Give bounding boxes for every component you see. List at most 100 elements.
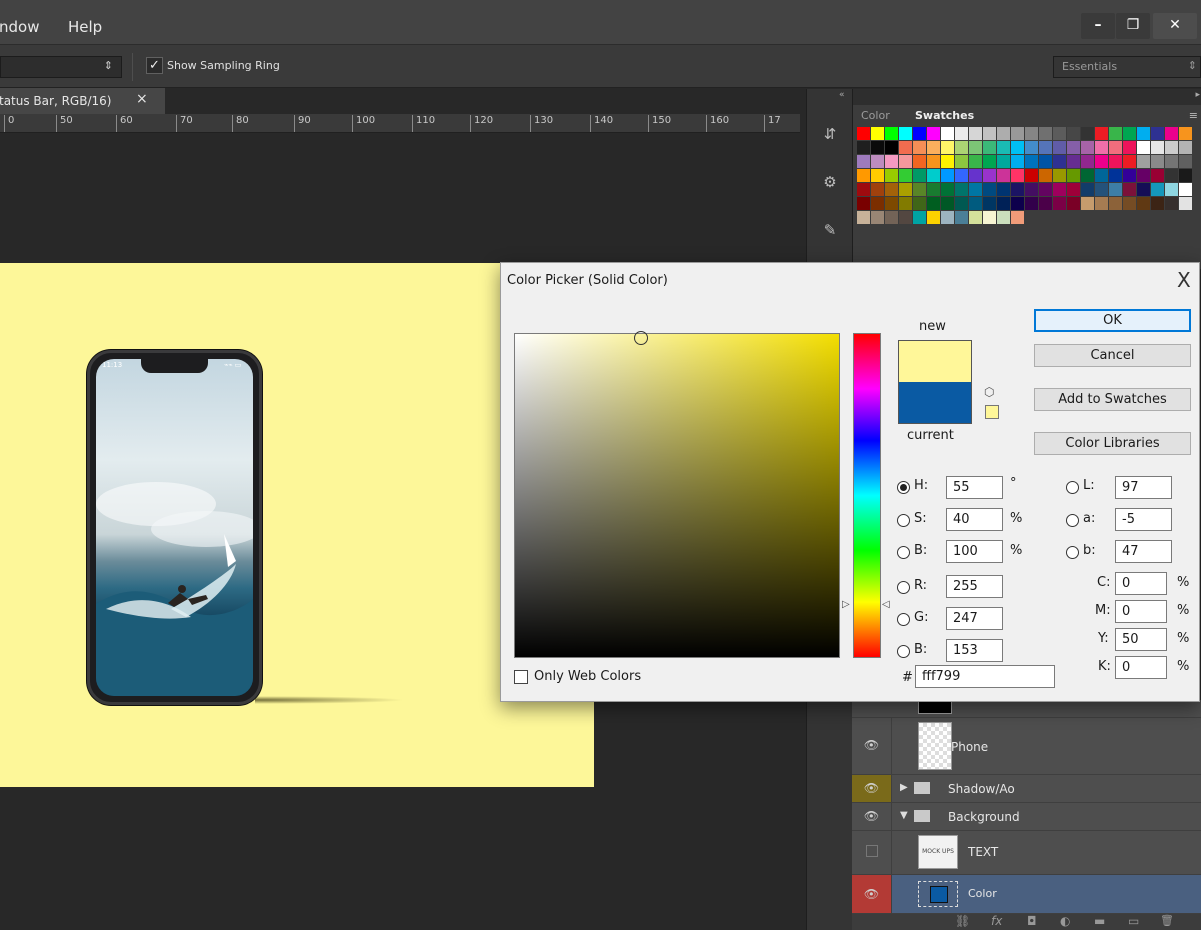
swatch[interactable]	[969, 197, 982, 210]
swatch[interactable]	[1095, 183, 1108, 196]
swatch[interactable]	[899, 127, 912, 140]
swatch[interactable]	[913, 155, 926, 168]
visibility-eye-icon[interactable]: 👁	[852, 803, 892, 830]
swatch[interactable]	[1067, 155, 1080, 168]
swatch[interactable]	[1165, 169, 1178, 182]
swatch[interactable]	[1151, 155, 1164, 168]
swatch[interactable]	[1081, 197, 1094, 210]
swatch[interactable]	[871, 127, 884, 140]
swatch[interactable]	[1095, 127, 1108, 140]
new-group-icon[interactable]: ▬	[1094, 914, 1105, 928]
swatch[interactable]	[899, 197, 912, 210]
sample-size-select[interactable]: ⇕	[0, 56, 122, 78]
swatch[interactable]	[885, 127, 898, 140]
swatch[interactable]	[927, 211, 940, 224]
new-layer-icon[interactable]: ▭	[1128, 914, 1139, 928]
show-sampling-ring-checkbox[interactable]: ✓	[146, 57, 163, 74]
swatch[interactable]	[1151, 197, 1164, 210]
visibility-toggle-empty[interactable]	[852, 831, 892, 874]
swatch[interactable]	[913, 183, 926, 196]
swatch[interactable]	[1165, 127, 1178, 140]
swatch[interactable]	[1011, 141, 1024, 154]
fx-icon[interactable]: fx	[991, 914, 1002, 928]
swatch[interactable]	[941, 183, 954, 196]
layer-row-color-selected[interactable]: 👁 Color	[852, 875, 1201, 914]
swatch[interactable]	[1053, 169, 1066, 182]
ok-button[interactable]: OK	[1034, 309, 1191, 332]
swatch[interactable]	[857, 127, 870, 140]
swatch[interactable]	[857, 183, 870, 196]
swatch[interactable]	[1165, 155, 1178, 168]
cancel-button[interactable]: Cancel	[1034, 344, 1191, 367]
swatch[interactable]	[1025, 183, 1038, 196]
color-libraries-button[interactable]: Color Libraries	[1034, 432, 1191, 455]
swatch[interactable]	[1081, 141, 1094, 154]
swatch[interactable]	[941, 155, 954, 168]
swatch[interactable]	[927, 141, 940, 154]
swatch[interactable]	[941, 127, 954, 140]
swatch[interactable]	[1039, 127, 1052, 140]
swatch[interactable]	[1137, 169, 1150, 182]
hue-slider[interactable]	[853, 333, 881, 658]
swatch[interactable]	[969, 141, 982, 154]
swatch[interactable]	[1179, 183, 1192, 196]
swatch[interactable]	[1123, 197, 1136, 210]
swatch[interactable]	[1039, 141, 1052, 154]
swatch[interactable]	[1109, 141, 1122, 154]
swatch[interactable]	[1011, 197, 1024, 210]
swatch[interactable]	[997, 211, 1010, 224]
swatch[interactable]	[1081, 127, 1094, 140]
swatch[interactable]	[1123, 155, 1136, 168]
lightness-input[interactable]: 97	[1115, 476, 1172, 499]
swatch[interactable]	[927, 127, 940, 140]
swatch[interactable]	[1165, 197, 1178, 210]
swatch[interactable]	[997, 127, 1010, 140]
swatch[interactable]	[899, 183, 912, 196]
swatch[interactable]	[1081, 155, 1094, 168]
hue-input[interactable]: 55	[946, 476, 1003, 499]
swatch[interactable]	[983, 211, 996, 224]
swatch[interactable]	[1053, 141, 1066, 154]
swatch[interactable]	[969, 183, 982, 196]
swatch[interactable]	[913, 141, 926, 154]
swatch[interactable]	[885, 197, 898, 210]
swatch[interactable]	[885, 183, 898, 196]
swatch[interactable]	[871, 183, 884, 196]
swatch[interactable]	[955, 183, 968, 196]
swatch[interactable]	[983, 169, 996, 182]
swatch[interactable]	[997, 155, 1010, 168]
swatch[interactable]	[1151, 141, 1164, 154]
swatch[interactable]	[871, 169, 884, 182]
document-tab[interactable]: tatus Bar, RGB/16) ×	[0, 88, 165, 114]
swatch[interactable]	[983, 155, 996, 168]
swatch[interactable]	[1109, 183, 1122, 196]
menu-help[interactable]: Help	[68, 18, 102, 36]
swatch[interactable]	[1137, 141, 1150, 154]
layer-row-background-group[interactable]: 👁 ▼ Background	[852, 803, 1201, 831]
close-icon[interactable]: X	[1177, 268, 1191, 292]
saturation-input[interactable]: 40	[946, 508, 1003, 531]
swatch[interactable]	[1165, 183, 1178, 196]
swatch[interactable]	[871, 155, 884, 168]
swatch[interactable]	[1011, 169, 1024, 182]
swatch[interactable]	[1151, 183, 1164, 196]
expand-arrow-icon[interactable]: ▶	[900, 782, 908, 793]
swatch[interactable]	[1011, 211, 1024, 224]
swatch[interactable]	[1025, 197, 1038, 210]
a-channel-input[interactable]: -5	[1115, 508, 1172, 531]
swatch[interactable]	[983, 127, 996, 140]
swatch[interactable]	[1179, 141, 1192, 154]
collapse-panels-icon[interactable]: «	[839, 90, 845, 100]
blue-radio[interactable]	[897, 645, 910, 658]
swatch[interactable]	[885, 169, 898, 182]
swatch[interactable]	[1137, 155, 1150, 168]
add-mask-icon[interactable]: ◘	[1027, 914, 1037, 928]
hue-marker-right-icon[interactable]: ◁	[882, 599, 890, 610]
swatch[interactable]	[1025, 141, 1038, 154]
b-channel-input[interactable]: 47	[1115, 540, 1172, 563]
swatch[interactable]	[1025, 155, 1038, 168]
swatch[interactable]	[1179, 197, 1192, 210]
swatch[interactable]	[871, 211, 884, 224]
swatch[interactable]	[857, 141, 870, 154]
swatch[interactable]	[857, 211, 870, 224]
